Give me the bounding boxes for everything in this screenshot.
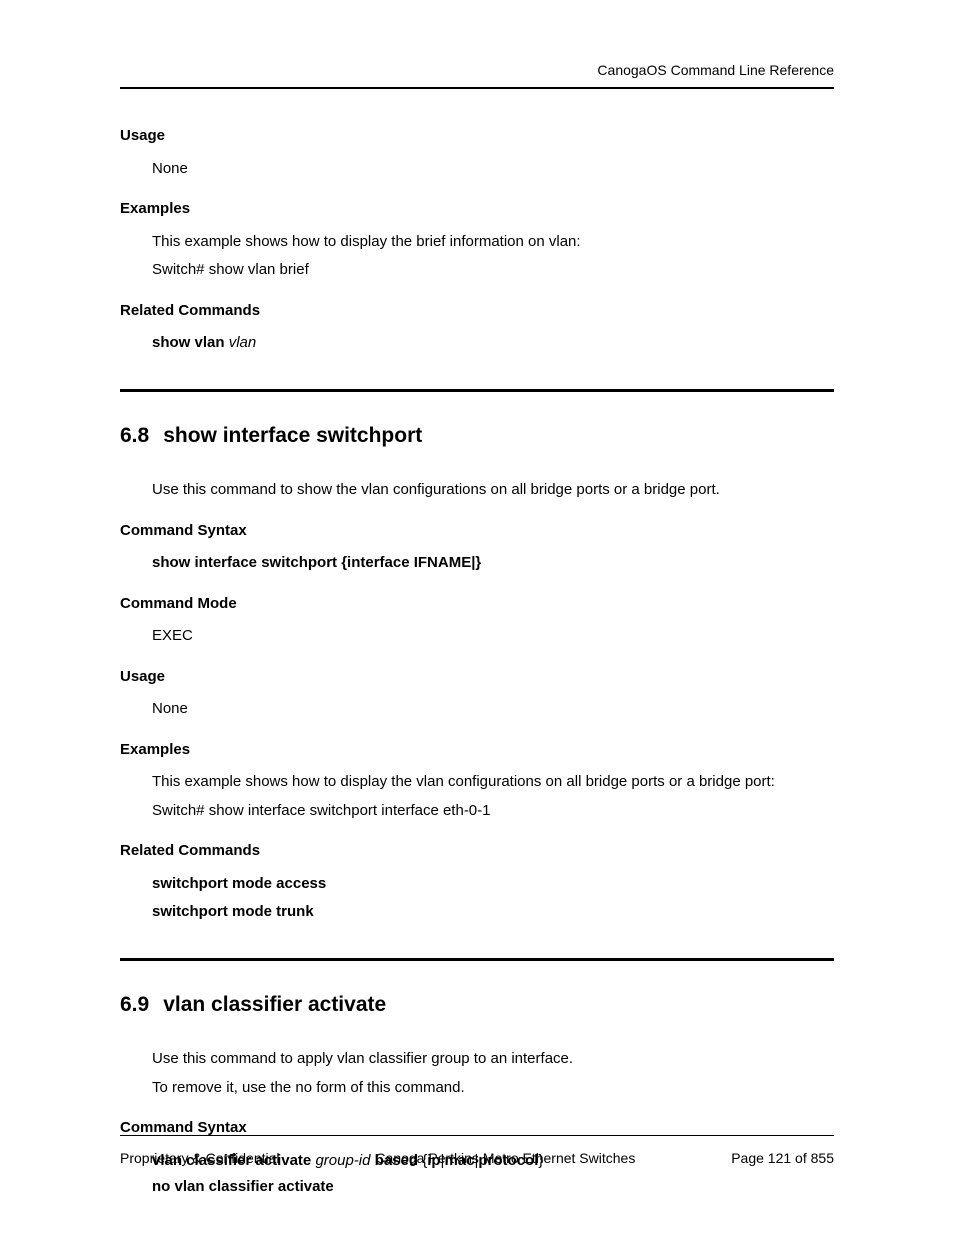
command-syntax-line2: no vlan classifier activate [152,1176,834,1199]
doc-title: CanogaOS Command Line Reference [597,62,834,78]
examples-heading: Examples [120,198,834,221]
example-line: Switch# show interface switchport interf… [152,800,834,823]
footer-left: Proprietary & Confidential [120,1148,280,1169]
usage-text: None [152,698,834,721]
section-heading-68: 6.8 show interface switchport [120,420,834,452]
page-footer: Proprietary & Confidential Canoga Pertki… [120,1135,834,1169]
command-syntax: show interface switchport {interface IFN… [152,552,834,575]
related-command: switchport mode trunk [152,901,834,924]
example-line: This example shows how to display the br… [152,231,834,254]
section-number: 6.9 [120,989,149,1021]
usage-heading: Usage [120,125,834,148]
footer-center: Canoga Pertkins Metro Ethernet Switches [375,1148,635,1169]
related-command-arg: vlan [229,334,257,351]
section-intro: Use this command to apply vlan classifie… [152,1048,834,1071]
footer-right: Page 121 of 855 [731,1148,834,1169]
related-command-name: switchport mode access [152,875,326,892]
page-content: CanogaOS Command Line Reference Usage No… [0,0,954,1199]
command-mode-text: EXEC [152,625,834,648]
syntax-text: show interface switchport {interface IFN… [152,554,481,571]
section-divider [120,389,834,392]
usage-heading: Usage [120,666,834,689]
command-mode-heading: Command Mode [120,593,834,616]
examples-heading: Examples [120,739,834,762]
syntax-keyword: no vlan classifier activate [152,1178,334,1195]
related-command-name: show vlan [152,334,225,351]
section-title-text: vlan classifier activate [163,993,386,1016]
section-intro: To remove it, use the no form of this co… [152,1077,834,1100]
related-command: show vlan vlan [152,332,834,355]
example-line: This example shows how to display the vl… [152,771,834,794]
command-syntax-heading: Command Syntax [120,520,834,543]
example-line: Switch# show vlan brief [152,259,834,282]
related-command: switchport mode access [152,873,834,896]
related-commands-heading: Related Commands [120,300,834,323]
usage-text: None [152,158,834,181]
related-command-name: switchport mode trunk [152,903,314,920]
section-intro: Use this command to show the vlan config… [152,479,834,502]
related-commands-heading: Related Commands [120,840,834,863]
section-divider [120,958,834,961]
section-heading-69: 6.9 vlan classifier activate [120,989,834,1021]
section-number: 6.8 [120,420,149,452]
page-header: CanogaOS Command Line Reference [120,60,834,89]
section-title-text: show interface switchport [163,424,422,447]
